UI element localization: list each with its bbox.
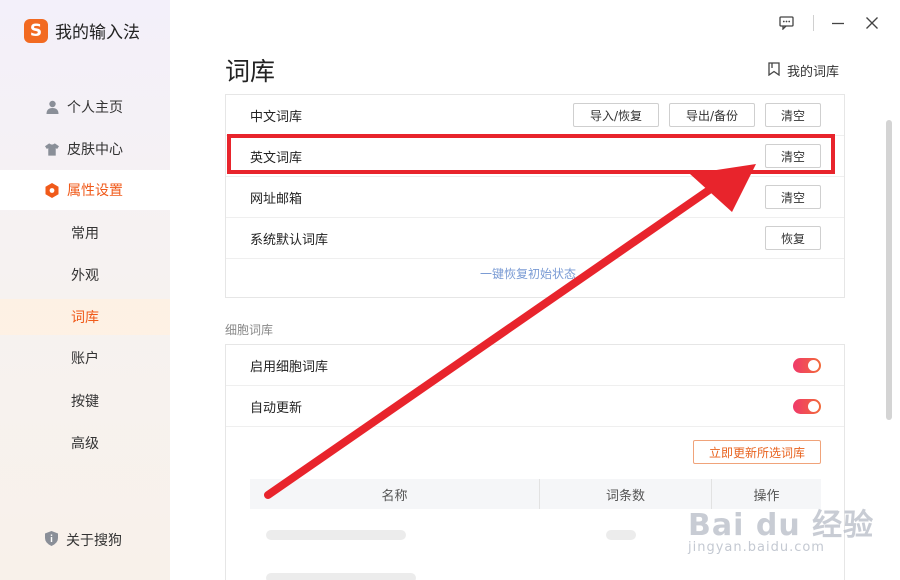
watermark-main: Bai du 经验 <box>688 508 875 543</box>
sidebar: S 我的输入法 个人主页 皮肤中心 属性设置 常用 外观 词库 账户 按键 高级… <box>0 0 170 580</box>
watermark: Bai du 经验 jingyan.baidu.com <box>688 500 874 555</box>
cell-row-auto-update: 自动更新 <box>226 386 844 427</box>
app-title: S 我的输入法 <box>24 18 140 43</box>
sidebar-subitem-common[interactable]: 常用 <box>0 215 170 251</box>
page-title: 词库 <box>225 57 276 86</box>
clear-english-button[interactable]: 清空 <box>765 144 821 168</box>
shield-icon <box>45 530 58 550</box>
close-icon[interactable] <box>863 14 881 32</box>
minimize-icon[interactable] <box>829 14 847 32</box>
restore-system-button[interactable]: 恢复 <box>765 226 821 250</box>
sidebar-subitem-account[interactable]: 账户 <box>0 340 170 376</box>
my-dictionary-link[interactable]: 我的词库 <box>768 61 839 80</box>
row-label: 中文词库 <box>250 109 303 125</box>
dict-row-system-default: 系统默认词库 恢复 <box>226 218 844 259</box>
table-row[interactable] <box>266 573 416 580</box>
person-icon <box>45 100 59 114</box>
sidebar-item-label: 皮肤中心 <box>67 142 123 158</box>
row-label: 网址邮箱 <box>250 191 303 207</box>
sidebar-item-label: 个人主页 <box>67 100 123 116</box>
update-selected-button[interactable]: 立即更新所选词库 <box>693 440 821 464</box>
sidebar-subitem-advanced[interactable]: 高级 <box>0 425 170 461</box>
sidebar-subitem-dictionary[interactable]: 词库 <box>0 299 170 335</box>
bookmark-icon <box>768 61 780 80</box>
clear-url-email-button[interactable]: 清空 <box>765 185 821 209</box>
app-title-text: 我的输入法 <box>55 23 140 43</box>
row-label: 自动更新 <box>250 400 303 416</box>
sidebar-item-profile[interactable]: 个人主页 <box>0 87 170 127</box>
clear-chinese-button[interactable]: 清空 <box>765 103 821 127</box>
feedback-icon[interactable] <box>777 14 795 32</box>
table-row <box>606 530 636 540</box>
about-link[interactable]: 关于搜狗 <box>45 530 122 550</box>
section-label-cell-dict: 细胞词库 <box>225 323 274 337</box>
sidebar-item-skins[interactable]: 皮肤中心 <box>0 129 170 169</box>
restore-all-link[interactable]: 一键恢复初始状态 <box>480 265 576 282</box>
export-backup-button[interactable]: 导出/备份 <box>669 103 755 127</box>
column-header-name[interactable]: 名称 <box>250 479 540 509</box>
app-logo-icon: S <box>24 18 48 43</box>
cell-row-enable: 启用细胞词库 <box>226 345 844 386</box>
sidebar-subitem-keys[interactable]: 按键 <box>0 383 170 419</box>
my-dictionary-label: 我的词库 <box>787 65 840 80</box>
sidebar-item-label: 属性设置 <box>67 183 123 199</box>
dict-row-chinese: 中文词库 导入/恢复 导出/备份 清空 <box>226 95 844 136</box>
sidebar-item-settings[interactable]: 属性设置 <box>0 170 170 210</box>
scrollbar[interactable] <box>886 120 892 420</box>
dict-row-url-email: 网址邮箱 清空 <box>226 177 844 218</box>
about-label: 关于搜狗 <box>66 533 122 549</box>
hexagon-icon <box>45 182 59 198</box>
dict-row-english: 英文词库 清空 <box>226 136 844 177</box>
sidebar-subitem-appearance[interactable]: 外观 <box>0 257 170 293</box>
auto-update-toggle[interactable] <box>793 399 821 414</box>
row-label: 系统默认词库 <box>250 232 329 248</box>
window-divider <box>813 15 814 31</box>
row-label: 启用细胞词库 <box>250 359 329 375</box>
table-row[interactable] <box>266 530 406 540</box>
tshirt-icon <box>45 142 59 156</box>
enable-cell-toggle[interactable] <box>793 358 821 373</box>
row-label: 英文词库 <box>250 150 303 166</box>
column-header-count[interactable]: 词条数 <box>540 479 712 509</box>
import-restore-button[interactable]: 导入/恢复 <box>573 103 659 127</box>
dictionary-card: 中文词库 导入/恢复 导出/备份 清空 英文词库 清空 网址邮箱 清空 系统默认… <box>225 94 845 298</box>
